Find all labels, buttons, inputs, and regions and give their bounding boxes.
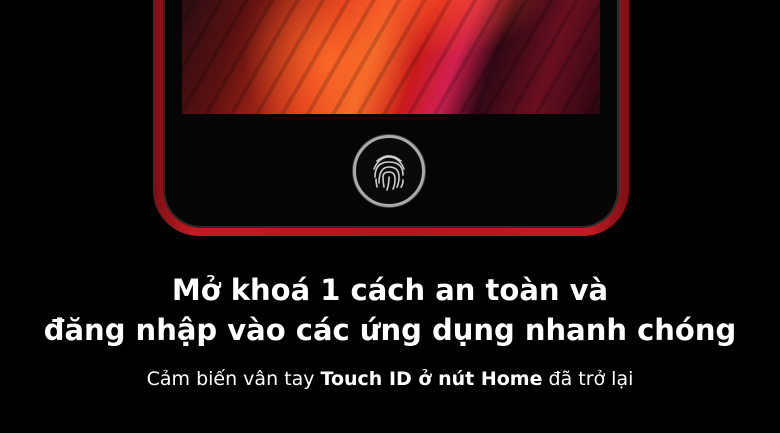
headline-line-2: đăng nhập vào các ứng dụng nhanh chóng: [43, 313, 737, 347]
subtitle: Cảm biến vân tay Touch ID ở nút Home đã …: [0, 368, 780, 390]
phone-screen: [182, 0, 600, 114]
headline-line-1: Mở khoá 1 cách an toàn và: [171, 273, 609, 307]
headline: Mở khoá 1 cách an toàn và đăng nhập vào …: [0, 270, 780, 350]
subtitle-bold-text: Touch ID ở nút Home: [320, 368, 543, 390]
subtitle-text: Cảm biến vân tay: [146, 368, 321, 390]
home-button: [353, 135, 425, 207]
fingerprint-icon: [373, 155, 405, 191]
subtitle-text-end: đã trở lại: [542, 368, 634, 390]
